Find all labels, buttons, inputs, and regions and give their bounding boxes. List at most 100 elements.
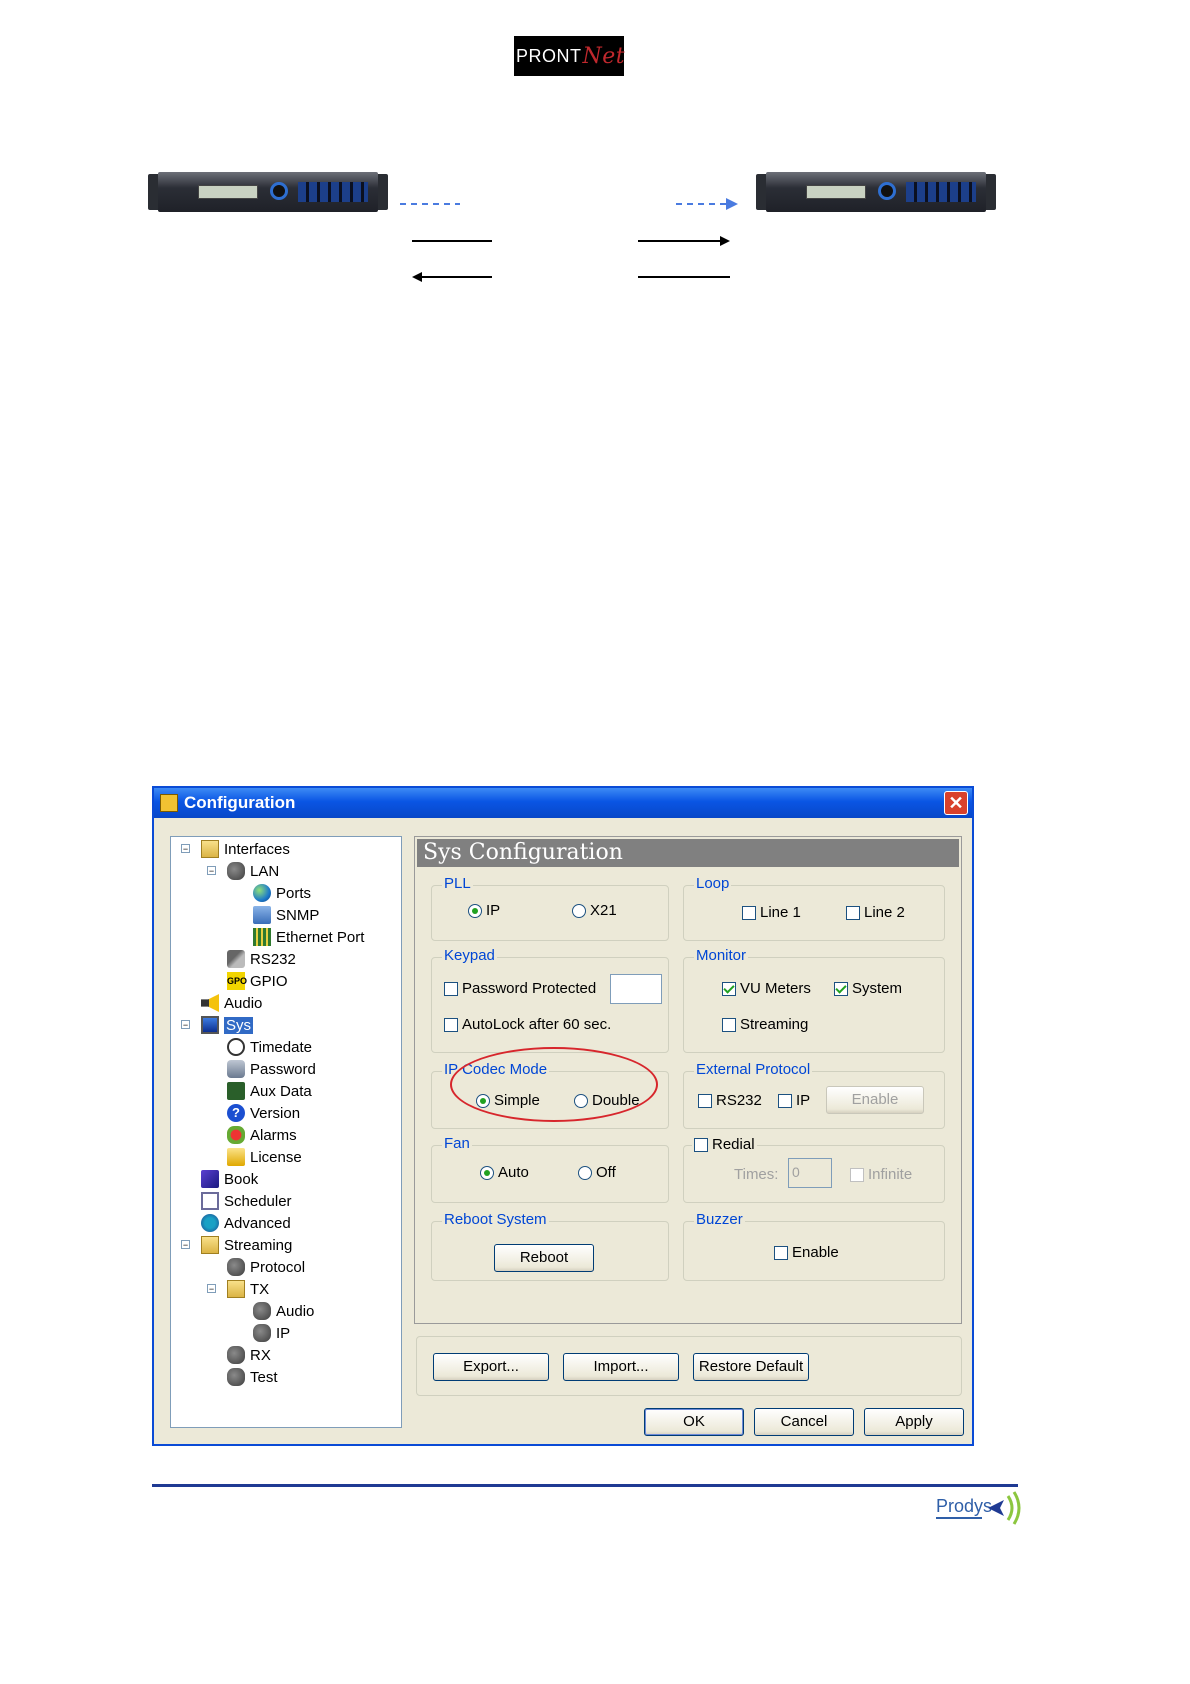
- fan-off-radio[interactable]: Off: [578, 1164, 616, 1181]
- tree-item-gpio[interactable]: GPO GPIO: [227, 971, 288, 991]
- connection-arrows: [400, 198, 738, 282]
- checkbox-label: VU Meters: [740, 980, 811, 997]
- checkbox[interactable]: [698, 1093, 712, 1108]
- tree-item-tx[interactable]: − TX: [207, 1279, 269, 1299]
- tree-item-timedate[interactable]: Timedate: [227, 1037, 312, 1057]
- tree-item-protocol[interactable]: Protocol: [227, 1257, 305, 1277]
- fan-auto-radio[interactable]: Auto: [480, 1164, 529, 1181]
- ext-ip-checkbox[interactable]: IP: [778, 1092, 810, 1109]
- checkbox-label: Line 2: [864, 904, 905, 921]
- import-button[interactable]: Import...: [563, 1353, 679, 1381]
- tree-item-test[interactable]: Test: [227, 1367, 278, 1387]
- radio-selected[interactable]: [480, 1165, 494, 1180]
- key-icon: [227, 1060, 245, 1078]
- password-field[interactable]: [610, 974, 662, 1004]
- tree-item-scheduler[interactable]: Scheduler: [201, 1191, 292, 1211]
- buzzer-enable-checkbox[interactable]: Enable: [774, 1244, 839, 1261]
- pll-ip-radio[interactable]: IP: [468, 902, 500, 919]
- tree-item-streaming[interactable]: − Streaming: [181, 1235, 292, 1255]
- restore-default-button[interactable]: Restore Default: [693, 1353, 809, 1381]
- vu-meters-checkbox[interactable]: VU Meters: [722, 980, 811, 997]
- radio-label: Off: [596, 1164, 616, 1181]
- fan-label: Fan: [442, 1135, 472, 1152]
- collapse-icon[interactable]: −: [181, 844, 190, 854]
- checkbox[interactable]: [742, 905, 756, 920]
- pll-x21-radio[interactable]: X21: [572, 902, 617, 919]
- pll-group: PLL IP X21: [431, 875, 669, 941]
- times-label: Times:: [734, 1166, 779, 1183]
- autolock-checkbox[interactable]: AutoLock after 60 sec.: [444, 1016, 611, 1033]
- tree-item-advanced[interactable]: Advanced: [201, 1213, 291, 1233]
- reboot-button[interactable]: Reboot: [494, 1244, 594, 1272]
- export-button[interactable]: Export...: [433, 1353, 549, 1381]
- collapse-icon[interactable]: −: [207, 1284, 216, 1294]
- times-field[interactable]: 0: [788, 1158, 832, 1188]
- monitor-group: Monitor VU Meters System Streaming: [683, 947, 945, 1053]
- footer-rule: [152, 1484, 1018, 1487]
- ext-rs232-checkbox[interactable]: RS232: [698, 1092, 762, 1109]
- ext-enable-button[interactable]: Enable: [826, 1086, 924, 1114]
- checkbox-checked[interactable]: [722, 981, 736, 996]
- checkbox[interactable]: [774, 1245, 788, 1260]
- tree-item-aux-data[interactable]: Aux Data: [227, 1081, 312, 1101]
- collapse-icon[interactable]: −: [181, 1240, 190, 1250]
- tree-label: Protocol: [250, 1258, 306, 1276]
- checkbox-label: Streaming: [740, 1016, 809, 1033]
- tree-item-snmp[interactable]: SNMP: [253, 905, 319, 925]
- tree-item-version[interactable]: ? Version: [227, 1103, 300, 1123]
- checkbox[interactable]: [444, 1017, 458, 1032]
- scheduler-icon: [201, 1192, 219, 1210]
- checkbox[interactable]: [722, 1017, 736, 1032]
- serial-icon: [227, 950, 245, 968]
- tree-item-audio[interactable]: Audio: [201, 993, 262, 1013]
- dashed-arrowhead: [726, 198, 738, 210]
- loop-line2-checkbox[interactable]: Line 2: [846, 904, 905, 921]
- title-bar[interactable]: Configuration ✕: [154, 788, 972, 818]
- tree-item-license[interactable]: License: [227, 1147, 302, 1167]
- tree-item-tx-audio[interactable]: Audio: [253, 1301, 314, 1321]
- tree-item-password[interactable]: Password: [227, 1059, 316, 1079]
- streaming-checkbox[interactable]: Streaming: [722, 1016, 808, 1033]
- external-protocol-group: External Protocol RS232 IP Enable: [683, 1061, 945, 1129]
- checkbox[interactable]: [846, 905, 860, 920]
- checkbox[interactable]: [850, 1167, 864, 1182]
- collapse-icon[interactable]: −: [181, 1020, 190, 1030]
- password-protected-checkbox[interactable]: Password Protected: [444, 980, 596, 997]
- tree-item-ethernet-port[interactable]: Ethernet Port: [253, 927, 364, 947]
- tree-label: SNMP: [276, 906, 320, 924]
- config-app-icon: [160, 794, 178, 812]
- tree-item-interfaces[interactable]: − Interfaces: [181, 839, 290, 859]
- tree-item-rx[interactable]: RX: [227, 1345, 271, 1365]
- radio[interactable]: [578, 1165, 592, 1180]
- checkbox[interactable]: [694, 1137, 708, 1152]
- apply-button[interactable]: Apply: [864, 1408, 964, 1436]
- tree-item-tx-ip[interactable]: IP: [253, 1323, 290, 1343]
- cancel-button[interactable]: Cancel: [754, 1408, 854, 1436]
- checkbox-checked[interactable]: [834, 981, 848, 996]
- checkbox[interactable]: [778, 1093, 792, 1108]
- tree-item-alarms[interactable]: Alarms: [227, 1125, 297, 1145]
- gpio-icon: GPO: [227, 972, 247, 990]
- tree-item-ports[interactable]: Ports: [253, 883, 311, 903]
- tree-item-rs232[interactable]: RS232: [227, 949, 296, 969]
- checkbox[interactable]: [444, 981, 458, 996]
- external-protocol-label: External Protocol: [694, 1061, 813, 1078]
- checkbox-label: Password Protected: [462, 980, 597, 997]
- close-icon[interactable]: ✕: [944, 791, 968, 815]
- tree-label: RS232: [250, 950, 296, 968]
- radio[interactable]: [572, 903, 586, 918]
- tree-item-lan[interactable]: − LAN: [207, 861, 279, 881]
- redial-checkbox[interactable]: Redial: [692, 1136, 757, 1153]
- reboot-system-label: Reboot System: [442, 1211, 549, 1228]
- collapse-icon[interactable]: −: [207, 866, 216, 876]
- radio-selected[interactable]: [468, 903, 482, 918]
- tree-item-sys[interactable]: − Sys: [181, 1015, 254, 1035]
- loop-line1-checkbox[interactable]: Line 1: [742, 904, 801, 921]
- prodys-wordmark: Prodys: [936, 1496, 993, 1516]
- network-icon: [227, 862, 245, 880]
- tree-item-book[interactable]: Book: [201, 1169, 258, 1189]
- infinite-checkbox[interactable]: Infinite: [850, 1166, 912, 1183]
- ok-button[interactable]: OK: [644, 1408, 744, 1436]
- system-checkbox[interactable]: System: [834, 980, 902, 997]
- checkbox-label: RS232: [716, 1092, 762, 1109]
